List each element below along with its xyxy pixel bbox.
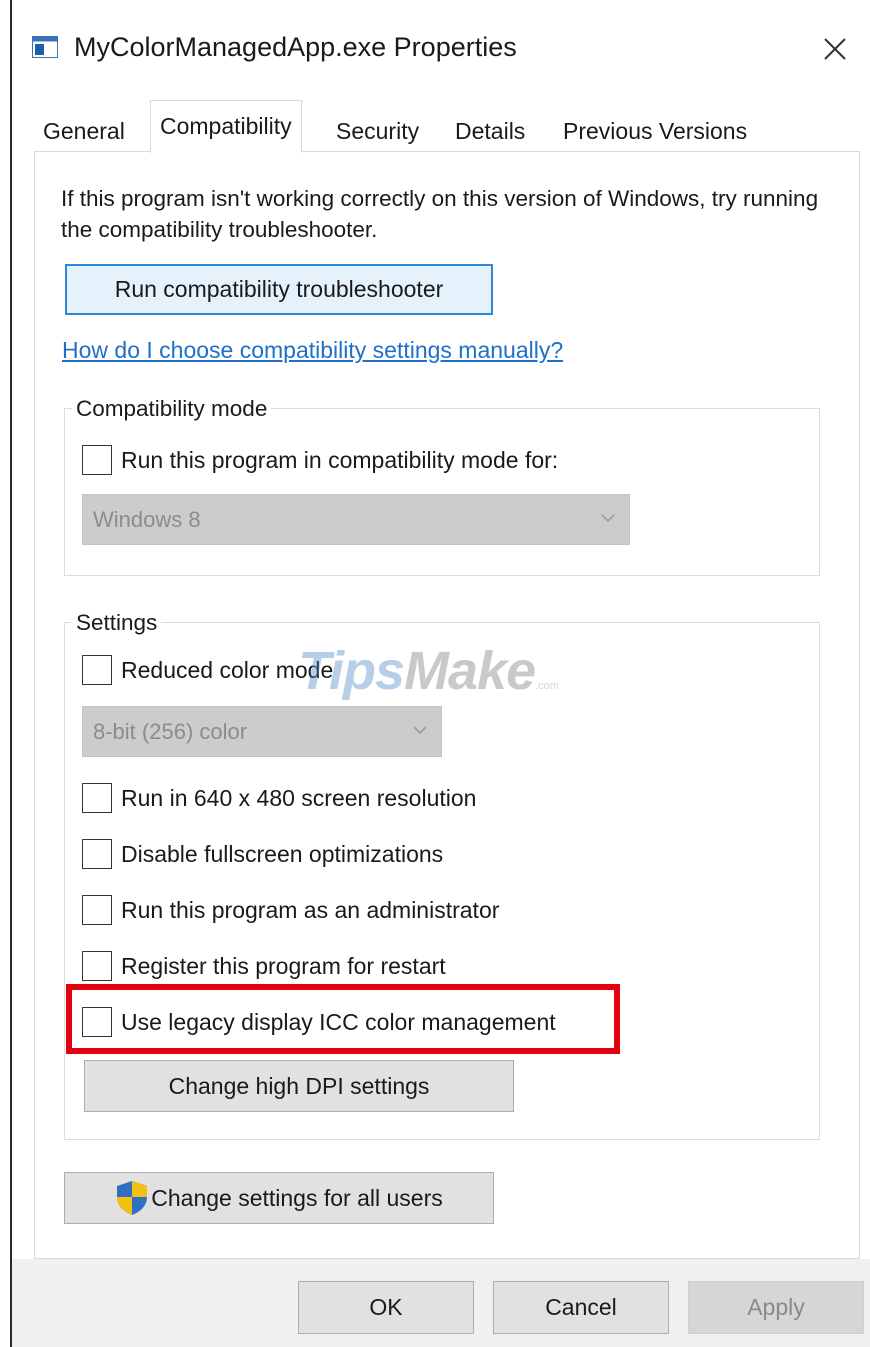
color-depth-dropdown[interactable]: 8-bit (256) color — [82, 706, 442, 757]
compat-mode-label: Run this program in compatibility mode f… — [121, 447, 559, 473]
register-restart-label: Register this program for restart — [121, 953, 446, 979]
fullscreen-opt-label: Disable fullscreen optimizations — [121, 841, 444, 867]
reduced-color-label: Reduced color mode — [121, 657, 334, 683]
tab-details[interactable]: Details — [446, 110, 535, 152]
os-version-value: Windows 8 — [93, 506, 201, 532]
legacy-icc-label: Use legacy display ICC color management — [121, 1009, 556, 1035]
legacy-icc-checkbox[interactable] — [82, 1007, 112, 1037]
close-button[interactable] — [808, 22, 862, 76]
intro-text: If this program isn't working correctly … — [61, 186, 819, 242]
fullscreen-opt-checkbox[interactable] — [82, 839, 112, 869]
app-window-icon — [32, 36, 58, 58]
apply-button: Apply — [688, 1281, 864, 1334]
cancel-button[interactable]: Cancel — [493, 1281, 669, 1334]
run-as-admin-label: Run this program as an administrator — [121, 897, 500, 923]
register-restart-checkbox[interactable] — [82, 951, 112, 981]
tab-previous-versions[interactable]: Previous Versions — [554, 110, 757, 152]
uac-shield-icon — [117, 1181, 148, 1215]
window-title: MyColorManagedApp.exe Properties — [74, 32, 517, 62]
chevron-down-icon — [601, 513, 615, 522]
chevron-down-icon — [413, 725, 427, 734]
high-dpi-button[interactable]: Change high DPI settings — [84, 1060, 514, 1112]
properties-dialog: MyColorManagedApp.exe Properties General… — [10, 0, 870, 1347]
os-version-dropdown[interactable]: Windows 8 — [82, 494, 630, 545]
resolution-label: Run in 640 x 480 screen resolution — [121, 785, 477, 811]
ok-button[interactable]: OK — [298, 1281, 474, 1334]
resolution-checkbox[interactable] — [82, 783, 112, 813]
compatibility-mode-label: Compatibility mode — [72, 396, 272, 422]
tab-security[interactable]: Security — [327, 110, 429, 152]
tab-compatibility[interactable]: Compatibility — [150, 100, 302, 153]
change-all-users-label: Change settings for all users — [151, 1184, 443, 1211]
run-as-admin-checkbox[interactable] — [82, 895, 112, 925]
help-link[interactable]: How do I choose compatibility settings m… — [62, 337, 563, 364]
reduced-color-checkbox[interactable] — [82, 655, 112, 685]
compat-mode-checkbox[interactable] — [82, 445, 112, 475]
tab-general[interactable]: General — [34, 110, 134, 152]
color-depth-value: 8-bit (256) color — [93, 718, 248, 744]
close-icon — [824, 38, 846, 60]
run-troubleshooter-button[interactable]: Run compatibility troubleshooter — [65, 264, 493, 315]
settings-label: Settings — [72, 610, 162, 636]
change-all-users-button[interactable]: Change settings for all users — [64, 1172, 494, 1224]
compatibility-mode-group — [64, 408, 820, 576]
